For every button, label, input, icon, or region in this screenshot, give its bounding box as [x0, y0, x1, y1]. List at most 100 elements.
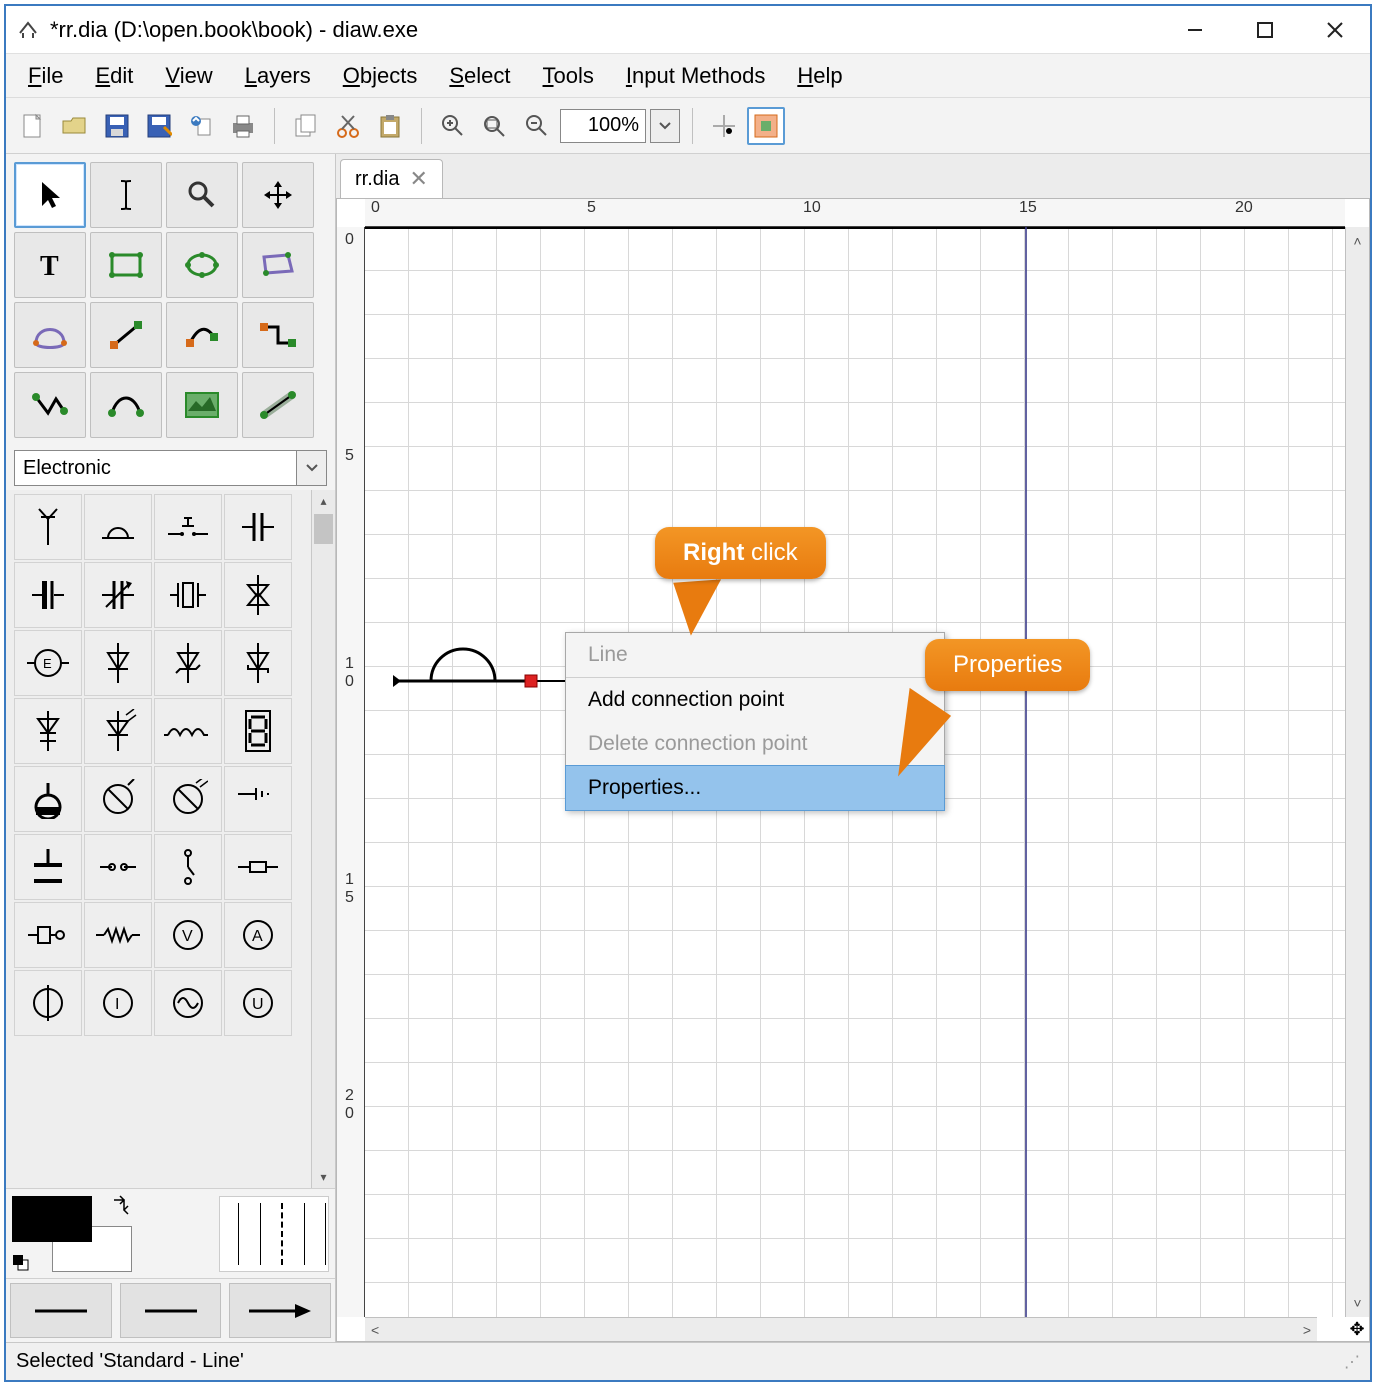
variable-capacitor-icon[interactable]: [84, 562, 152, 628]
resize-grip-icon[interactable]: ⋰: [1344, 1352, 1360, 1372]
foreground-background-swatch[interactable]: [12, 1196, 132, 1272]
button-icon[interactable]: [154, 494, 222, 560]
shape-library-select[interactable]: [14, 450, 327, 486]
minimize-button[interactable]: [1160, 7, 1230, 53]
ammeter-icon[interactable]: A: [224, 902, 292, 968]
export-button[interactable]: [182, 107, 220, 145]
ac-source-icon[interactable]: [154, 970, 222, 1036]
antenna-icon[interactable]: [14, 494, 82, 560]
crystal-icon[interactable]: [154, 562, 222, 628]
save-button[interactable]: [98, 107, 136, 145]
context-properties[interactable]: Properties...: [565, 765, 945, 811]
ground-alt-icon[interactable]: [14, 766, 82, 832]
snap-toggle[interactable]: [705, 107, 743, 145]
engine-icon[interactable]: E: [14, 630, 82, 696]
new-button[interactable]: [14, 107, 52, 145]
inductor-icon[interactable]: [154, 698, 222, 764]
polygon-tool[interactable]: [242, 232, 314, 298]
nav-corner-icon[interactable]: ✥: [1345, 1317, 1369, 1341]
scroll-up-icon[interactable]: ˄: [1353, 233, 1361, 249]
default-colors-icon[interactable]: [12, 1254, 30, 1272]
context-add-point[interactable]: Add connection point: [566, 677, 944, 722]
tab-close-icon[interactable]: ✕: [409, 166, 427, 192]
scroll-right-icon[interactable]: ˃: [1303, 1322, 1311, 1338]
scroll-left-icon[interactable]: ˂: [371, 1322, 379, 1338]
ellipse-tool[interactable]: [166, 232, 238, 298]
menu-tools[interactable]: Tools: [533, 59, 604, 93]
document-tab[interactable]: rr.dia ✕: [340, 159, 443, 198]
current-source-icon[interactable]: I: [84, 970, 152, 1036]
scroll-tool[interactable]: [242, 162, 314, 228]
resistor-icon[interactable]: [84, 902, 152, 968]
menu-file[interactable]: File: [18, 59, 73, 93]
menu-edit[interactable]: Edit: [85, 59, 143, 93]
scroll-up-icon[interactable]: ▴: [312, 490, 335, 512]
polarized-capacitor-icon[interactable]: [14, 562, 82, 628]
start-arrow-select[interactable]: [10, 1283, 112, 1338]
earth-icon[interactable]: [14, 834, 82, 900]
lamp2-icon[interactable]: [154, 766, 222, 832]
schottky-diode-icon[interactable]: [224, 630, 292, 696]
arc-tool[interactable]: [166, 302, 238, 368]
bell-component[interactable]: [393, 623, 533, 693]
outline-tool[interactable]: [242, 372, 314, 438]
scroll-thumb[interactable]: [314, 514, 333, 544]
scroll-down-icon[interactable]: ˅: [1353, 1295, 1361, 1311]
bell-icon[interactable]: [84, 494, 152, 560]
bezier-tool[interactable]: [90, 372, 162, 438]
beziergon-tool[interactable]: [14, 302, 86, 368]
menu-select[interactable]: Select: [439, 59, 520, 93]
tunnel-diode-icon[interactable]: [14, 698, 82, 764]
zoom-dropdown[interactable]: [650, 109, 680, 143]
ground-icon[interactable]: [224, 766, 292, 832]
end-arrow-select[interactable]: [229, 1283, 331, 1338]
box-tool[interactable]: [90, 232, 162, 298]
save-as-button[interactable]: [140, 107, 178, 145]
zoom-out-button[interactable]: [518, 107, 556, 145]
line-style-select[interactable]: [120, 1283, 222, 1338]
zoom-input[interactable]: [560, 109, 646, 143]
image-tool[interactable]: [166, 372, 238, 438]
contact-closed-icon[interactable]: [224, 834, 292, 900]
menu-input-methods[interactable]: Input Methods: [616, 59, 775, 93]
text-cursor-tool[interactable]: [90, 162, 162, 228]
maximize-button[interactable]: [1230, 7, 1300, 53]
line-style-preview[interactable]: [219, 1196, 329, 1272]
paste-button[interactable]: [371, 107, 409, 145]
menu-help[interactable]: Help: [787, 59, 852, 93]
lamp-icon[interactable]: [84, 766, 152, 832]
zener-diode-icon[interactable]: [154, 630, 222, 696]
shape-scrollbar[interactable]: ▴ ▾: [311, 490, 335, 1188]
canvas[interactable]: 0 5 10 15 20 0 5 1 0 1 5 2 0: [336, 198, 1370, 1342]
line-tool[interactable]: [90, 302, 162, 368]
relay-icon[interactable]: [14, 902, 82, 968]
led-icon[interactable]: [84, 698, 152, 764]
zoom-fit-button[interactable]: [476, 107, 514, 145]
source-icon[interactable]: [14, 970, 82, 1036]
voltmeter-icon[interactable]: V: [154, 902, 222, 968]
open-button[interactable]: [56, 107, 94, 145]
cut-button[interactable]: [329, 107, 367, 145]
polyline-tool[interactable]: [14, 372, 86, 438]
print-button[interactable]: [224, 107, 262, 145]
grid-toggle[interactable]: [747, 107, 785, 145]
u-source-icon[interactable]: U: [224, 970, 292, 1036]
zoom-in-button[interactable]: [434, 107, 472, 145]
contact-open-icon[interactable]: [84, 834, 152, 900]
menu-layers[interactable]: Layers: [235, 59, 321, 93]
menu-objects[interactable]: Objects: [333, 59, 428, 93]
scroll-down-icon[interactable]: ▾: [312, 1166, 335, 1188]
capacitor-icon[interactable]: [224, 494, 292, 560]
menu-view[interactable]: View: [155, 59, 222, 93]
copy-button[interactable]: [287, 107, 325, 145]
drawing-grid[interactable]: × × ×: [365, 227, 1345, 1317]
shape-library-dropdown[interactable]: [297, 450, 327, 486]
switch-icon[interactable]: [154, 834, 222, 900]
vertical-scrollbar[interactable]: ˄ ˅: [1345, 227, 1369, 1317]
shape-library-input[interactable]: [14, 450, 297, 486]
text-tool[interactable]: T: [14, 232, 86, 298]
pointer-tool[interactable]: [14, 162, 86, 228]
swap-colors-icon[interactable]: [110, 1194, 134, 1218]
diode-icon[interactable]: [84, 630, 152, 696]
foreground-swatch[interactable]: [12, 1196, 92, 1242]
